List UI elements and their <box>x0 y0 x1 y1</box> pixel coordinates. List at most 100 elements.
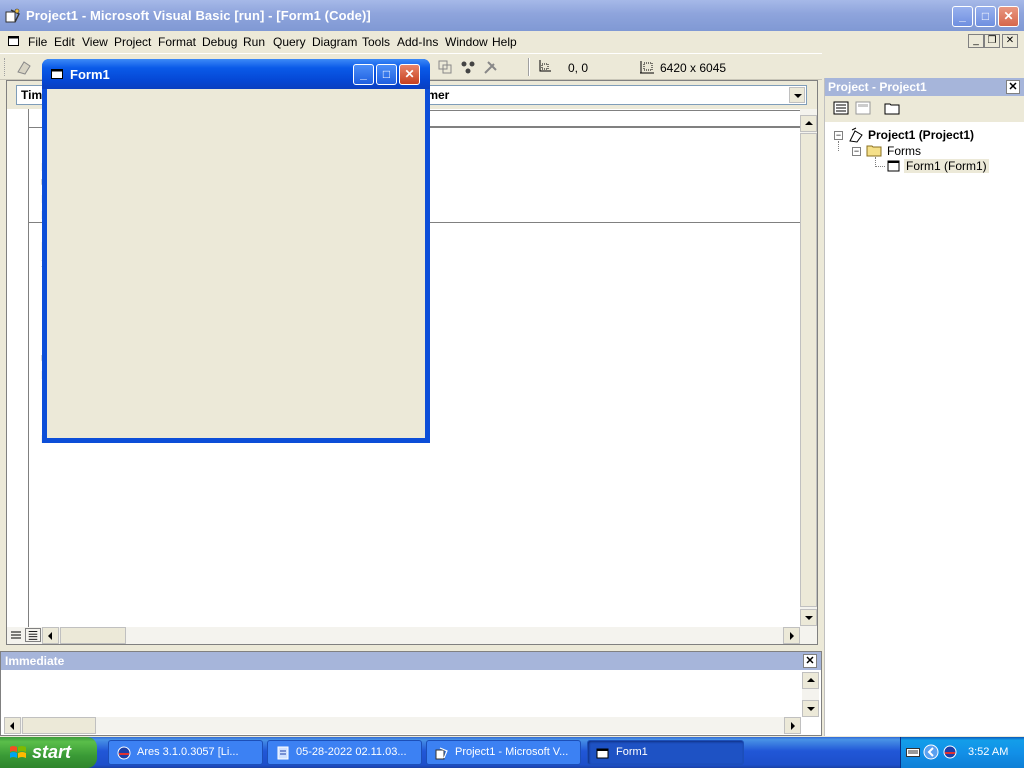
menu-run[interactable]: Run <box>243 35 265 49</box>
size-icon <box>640 61 654 74</box>
scroll-up-arrow-icon[interactable] <box>800 115 817 132</box>
immediate-close-button[interactable]: ✕ <box>803 654 817 668</box>
main-title-bar[interactable]: Project1 - Microsoft Visual Basic [run] … <box>0 0 1024 31</box>
procedure-view-icon[interactable] <box>9 629 23 641</box>
visual-basic-icon <box>435 747 448 760</box>
immediate-horizontal-scrollbar[interactable] <box>4 717 801 734</box>
full-module-view-icon[interactable] <box>25 628 41 642</box>
code-vertical-scrollbar[interactable] <box>800 109 817 627</box>
project-explorer: Project - Project1 ✕ − Project1 (Project… <box>824 78 1024 736</box>
task-label: Ares 3.1.0.3057 [Li... <box>137 746 239 758</box>
form1-title: Form1 <box>70 67 110 82</box>
form1-close-button[interactable]: ✕ <box>399 64 420 85</box>
form-icon <box>887 160 900 172</box>
ares-tray-icon[interactable] <box>943 745 957 759</box>
tree-form1-node[interactable]: Form1 (Form1) <box>904 159 989 173</box>
minimize-button[interactable]: _ <box>952 6 973 27</box>
form-icon <box>51 69 63 79</box>
form1-minimize-button[interactable]: _ <box>353 64 374 85</box>
scroll-down-arrow-icon[interactable] <box>802 700 819 717</box>
immediate-vertical-scrollbar[interactable] <box>802 672 819 717</box>
horizontal-scroll-thumb[interactable] <box>22 717 96 734</box>
menu-tools[interactable]: Tools <box>362 35 390 49</box>
form-size-readout: 6420 x 6045 <box>660 61 727 75</box>
menu-help[interactable]: Help <box>492 35 517 49</box>
task-button-document[interactable]: 05-28-2022 02.11.03... <box>267 740 422 765</box>
ares-icon <box>117 746 131 760</box>
scroll-up-arrow-icon[interactable] <box>802 672 819 689</box>
form1-maximize-button[interactable]: □ <box>376 64 397 85</box>
data-view-icon[interactable] <box>482 58 500 76</box>
position-icon <box>539 60 551 72</box>
menu-project[interactable]: Project <box>114 35 151 49</box>
menu-format[interactable]: Format <box>158 35 196 49</box>
form1-title-bar[interactable]: Form1 _ □ ✕ <box>42 59 430 89</box>
tree-line <box>838 141 839 151</box>
close-button[interactable]: ✕ <box>998 6 1019 27</box>
mdi-minimize-button[interactable]: _ <box>968 34 984 48</box>
form-icon <box>596 748 609 759</box>
task-button-visual-basic[interactable]: Project1 - Microsoft V... <box>426 740 581 765</box>
mdi-close-button[interactable]: ✕ <box>1002 34 1018 48</box>
task-button-ares[interactable]: Ares 3.1.0.3057 [Li... <box>108 740 263 765</box>
menu-view[interactable]: View <box>82 35 108 49</box>
menu-window[interactable]: Window <box>445 35 488 49</box>
code-margin[interactable] <box>7 109 29 627</box>
task-button-form1[interactable]: Form1 <box>587 740 744 765</box>
task-label: 05-28-2022 02.11.03... <box>296 746 407 758</box>
menu-edit[interactable]: Edit <box>54 35 75 49</box>
toolbar-grip[interactable] <box>4 58 7 76</box>
clock[interactable]: 3:52 AM <box>968 746 1008 758</box>
immediate-title-text: Immediate <box>5 654 65 668</box>
menu-debug[interactable]: Debug <box>202 35 237 49</box>
task-label: Project1 - Microsoft V... <box>455 746 569 758</box>
project-explorer-title[interactable]: Project - Project1 <box>825 78 1024 96</box>
taskbar: start Ares 3.1.0.3057 [Li... 05-28-2022 … <box>0 737 1024 768</box>
maximize-button[interactable]: □ <box>975 6 996 27</box>
procedure-combo[interactable]: imer <box>419 85 807 105</box>
project-explorer-title-text: Project - Project1 <box>828 80 927 94</box>
toolbar-separator <box>528 58 530 76</box>
task-label: Form1 <box>616 746 648 758</box>
system-tray: 3:52 AM <box>900 737 1024 768</box>
view-object-icon[interactable] <box>855 101 871 115</box>
form1-window[interactable]: Form1 _ □ ✕ <box>42 59 430 443</box>
form1-client-area[interactable] <box>47 89 425 438</box>
project-expander[interactable]: − <box>834 131 843 140</box>
toolbox-icon[interactable] <box>459 58 477 76</box>
scroll-down-arrow-icon[interactable] <box>800 609 817 626</box>
scroll-left-arrow-icon[interactable] <box>42 627 59 644</box>
mdi-restore-button[interactable]: ❐ <box>984 34 1000 48</box>
add-project-icon[interactable] <box>16 58 34 76</box>
document-icon <box>277 746 289 760</box>
immediate-input-area[interactable] <box>4 672 804 717</box>
horizontal-scroll-thumb[interactable] <box>60 627 126 644</box>
chevron-down-icon[interactable] <box>789 87 805 103</box>
view-code-icon[interactable] <box>833 101 849 115</box>
code-window-icon[interactable] <box>8 35 20 47</box>
start-button[interactable]: start <box>0 737 97 768</box>
form-position-readout: 0, 0 <box>568 61 589 75</box>
toggle-folders-icon[interactable] <box>884 101 900 115</box>
project-explorer-close-button[interactable]: ✕ <box>1006 80 1020 94</box>
tree-line <box>875 157 885 167</box>
windows-logo-icon <box>10 746 26 758</box>
immediate-window: Immediate ✕ <box>0 651 822 736</box>
scroll-right-arrow-icon[interactable] <box>783 627 800 644</box>
scroll-thumb[interactable] <box>800 133 817 607</box>
tree-project-node[interactable]: Project1 (Project1) <box>868 128 974 142</box>
menu-query[interactable]: Query <box>273 35 306 49</box>
immediate-title[interactable]: Immediate <box>1 652 821 670</box>
scroll-left-arrow-icon[interactable] <box>4 717 21 734</box>
keyboard-icon[interactable] <box>906 746 920 758</box>
forms-folder-expander[interactable]: − <box>852 147 861 156</box>
chevron-left-icon[interactable] <box>923 744 939 760</box>
code-bottom-bar <box>7 627 817 644</box>
menu-add-ins[interactable]: Add-Ins <box>397 35 438 49</box>
object-browser-icon[interactable] <box>436 58 454 76</box>
tree-forms-folder[interactable]: Forms <box>887 144 921 158</box>
current-line-highlight <box>425 110 801 127</box>
scroll-right-arrow-icon[interactable] <box>784 717 801 734</box>
menu-file[interactable]: File <box>28 35 47 49</box>
menu-diagram[interactable]: Diagram <box>312 35 357 49</box>
